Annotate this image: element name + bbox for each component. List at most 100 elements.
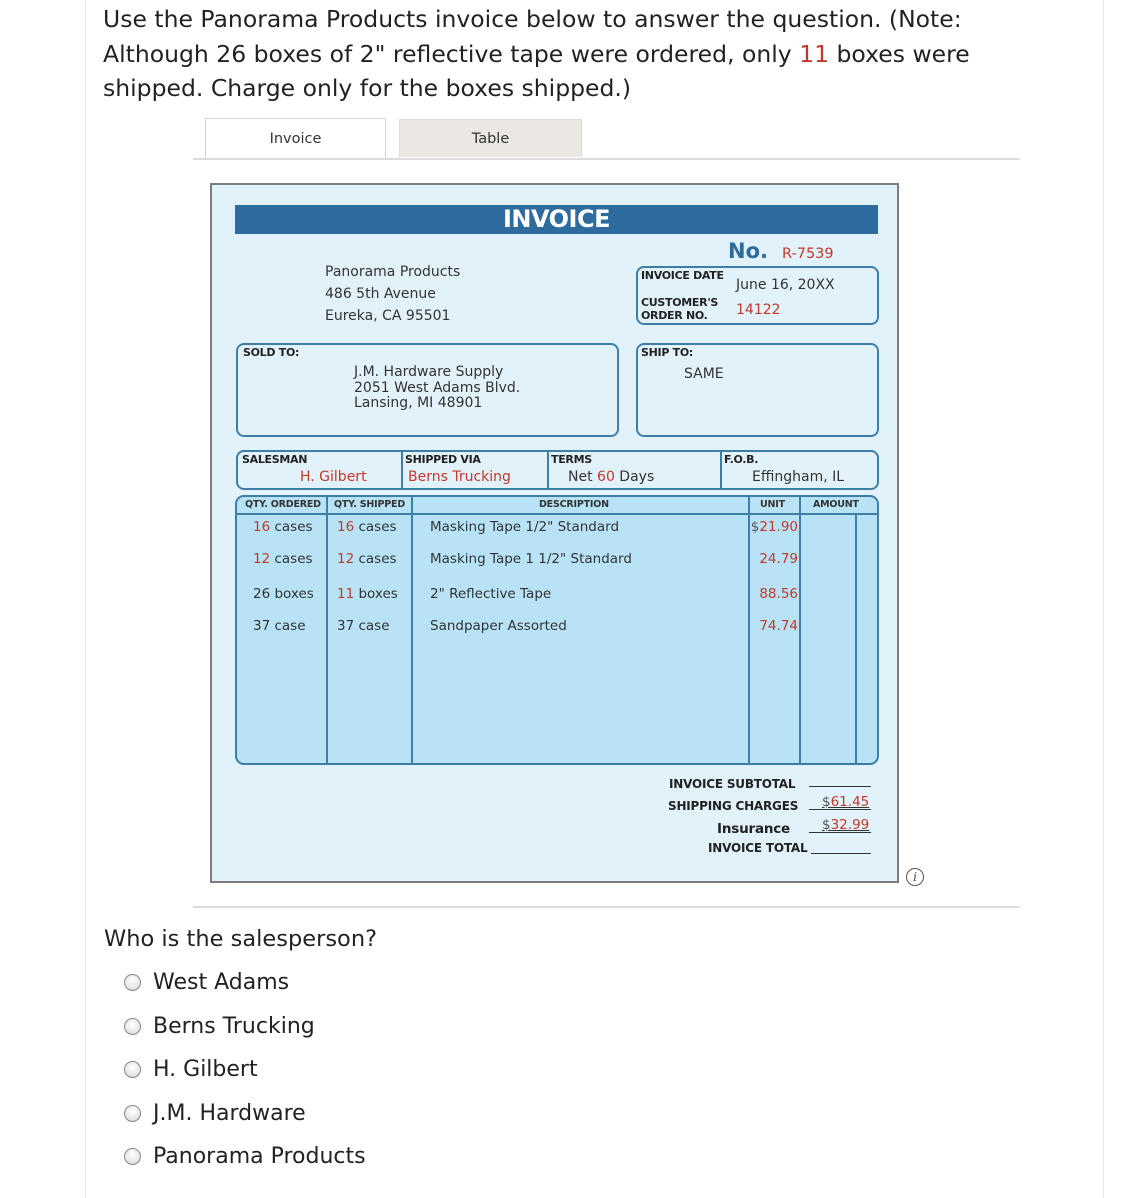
radio-button[interactable] xyxy=(124,1061,141,1078)
answer-option[interactable]: Panorama Products xyxy=(124,1144,366,1169)
fob-label: F.O.B. xyxy=(724,453,759,466)
header-divider xyxy=(237,513,877,515)
terms-label: TERMS xyxy=(551,453,592,466)
shipping-amount: 61.45 xyxy=(830,794,870,810)
qty: 12 xyxy=(337,551,355,567)
column-header-qty-ordered: QTY. ORDERED xyxy=(245,499,321,510)
buyer-name: J.M. Hardware Supply xyxy=(354,364,504,380)
salesman-value: H. Gilbert xyxy=(300,469,367,485)
column-divider xyxy=(748,497,750,763)
qty-ordered-cell: 16 cases xyxy=(253,519,313,535)
prompt-highlight-number: 11 xyxy=(799,39,830,68)
divider xyxy=(547,452,549,488)
description-cell: Masking Tape 1/2" Standard xyxy=(430,519,619,535)
prompt-line-2: Although 26 boxes of 2" reflective tape … xyxy=(103,37,1063,72)
invoice-title: INVOICE xyxy=(235,205,878,234)
description-cell: Masking Tape 1 1/2" Standard xyxy=(430,551,632,567)
answer-option-label: West Adams xyxy=(153,970,290,995)
subtotal-label: INVOICE SUBTOTAL xyxy=(669,777,796,791)
insurance-label: Insurance xyxy=(717,821,791,837)
terms-value: Net 60 Days xyxy=(568,469,654,485)
qty-shipped-cell: 37 case xyxy=(337,618,390,634)
qty: 12 xyxy=(253,551,271,567)
unit: case xyxy=(354,618,390,634)
qty-shipped-cell: 16 cases xyxy=(337,519,397,535)
unit-price: 88.56 xyxy=(759,586,798,602)
description-text: 2" Reflective Tape xyxy=(430,586,552,602)
ship-to-value: SAME xyxy=(684,366,724,382)
qty-ordered-cell: 26 boxes xyxy=(253,586,314,602)
qty-shipped-cell: 11 boxes xyxy=(337,586,398,602)
description-text: Sandpaper Assorted xyxy=(430,618,567,634)
qty-ordered-cell: 12 cases xyxy=(253,551,313,567)
invoice-date-label: INVOICE DATE xyxy=(641,269,724,282)
subtotal-blank xyxy=(809,786,871,787)
unit: case xyxy=(270,618,306,634)
column-divider xyxy=(326,497,328,763)
terms-text: Days xyxy=(614,469,655,485)
column-divider xyxy=(855,514,857,763)
radio-button[interactable] xyxy=(124,1148,141,1165)
buyer-city: Lansing, MI 48901 xyxy=(354,395,483,411)
answer-option[interactable]: West Adams xyxy=(124,970,289,995)
unit: cases xyxy=(270,519,313,535)
question-text: Who is the salesperson? xyxy=(104,926,378,952)
sold-to-label: SOLD TO: xyxy=(243,346,300,359)
seller-city: Eureka, CA 95501 xyxy=(325,308,451,324)
answer-option[interactable]: H. Gilbert xyxy=(124,1057,258,1082)
qty: 37 xyxy=(253,618,271,634)
column-header-qty-shipped: QTY. SHIPPED xyxy=(334,499,406,510)
invoice-document: INVOICE No. R-7539 Panorama Products 486… xyxy=(210,183,899,883)
qty: 16 xyxy=(337,519,355,535)
unit-price: 74.74 xyxy=(759,618,798,634)
unit-price: 24.79 xyxy=(759,551,798,567)
unit-price-cell: 74.74 xyxy=(759,618,798,634)
tab-bar: Invoice Table xyxy=(193,118,1020,160)
order-info-box: SALESMAN H. Gilbert SHIPPED VIA Berns Tr… xyxy=(236,450,879,490)
invoice-number-label: No. xyxy=(728,239,768,263)
line-items-table: QTY. ORDERED QTY. SHIPPED DESCRIPTION UN… xyxy=(235,495,879,765)
shipped-via-value: Berns Trucking xyxy=(408,469,511,485)
tab-table[interactable]: Table xyxy=(399,119,582,157)
shipping-charges-value: $61.45 xyxy=(822,794,869,810)
fob-value: Effingham, IL xyxy=(752,469,845,485)
radio-button[interactable] xyxy=(124,974,141,991)
radio-button[interactable] xyxy=(124,1104,141,1122)
qty: 26 xyxy=(253,586,271,602)
answer-option-label: J.M. Hardware xyxy=(153,1100,306,1126)
terms-text: Net xyxy=(568,469,598,485)
sold-to-address: J.M. Hardware Supply 2051 West Adams Blv… xyxy=(354,364,521,412)
order-no-label-2: ORDER NO. xyxy=(641,309,708,322)
qty: 37 xyxy=(337,618,355,634)
info-icon[interactable]: i xyxy=(906,868,924,886)
currency-symbol: $ xyxy=(822,817,831,833)
unit: cases xyxy=(354,519,397,535)
unit-price-cell: 88.56 xyxy=(759,586,798,602)
customer-order-number: 14122 xyxy=(736,302,781,318)
buyer-street: 2051 West Adams Blvd. xyxy=(354,379,521,396)
radio-button[interactable] xyxy=(124,1017,141,1035)
column-divider xyxy=(799,497,801,763)
invoice-total-label: INVOICE TOTAL xyxy=(708,841,808,855)
column-header-unit: UNIT xyxy=(760,499,785,510)
seller-name: Panorama Products xyxy=(325,264,461,280)
ship-to-box: SHIP TO: SAME xyxy=(636,343,879,437)
answer-option[interactable]: J.M. Hardware xyxy=(124,1101,306,1126)
ship-to-label: SHIP TO: xyxy=(641,346,693,359)
seller-address: Panorama Products 486 5th Avenue Eureka,… xyxy=(325,261,460,327)
order-no-label-1: CUSTOMER'S xyxy=(641,296,719,309)
answer-option-label: Berns Trucking xyxy=(153,1013,315,1039)
sold-to-box: SOLD TO: J.M. Hardware Supply 2051 West … xyxy=(236,343,619,437)
insurance-value: $32.99 xyxy=(822,817,869,833)
shipping-charges-label: SHIPPING CHARGES xyxy=(668,799,799,813)
question-prompt: Use the Panorama Products invoice below … xyxy=(103,2,1063,106)
unit: cases xyxy=(270,551,313,567)
invoice-number: R-7539 xyxy=(782,246,834,262)
answer-option-label: Panorama Products xyxy=(153,1144,366,1169)
tab-invoice[interactable]: Invoice xyxy=(205,118,386,158)
answer-option[interactable]: Berns Trucking xyxy=(124,1014,315,1039)
column-divider xyxy=(411,497,413,763)
section-divider xyxy=(193,906,1020,908)
divider xyxy=(401,452,403,488)
invoice-date: June 16, 20XX xyxy=(736,277,835,293)
